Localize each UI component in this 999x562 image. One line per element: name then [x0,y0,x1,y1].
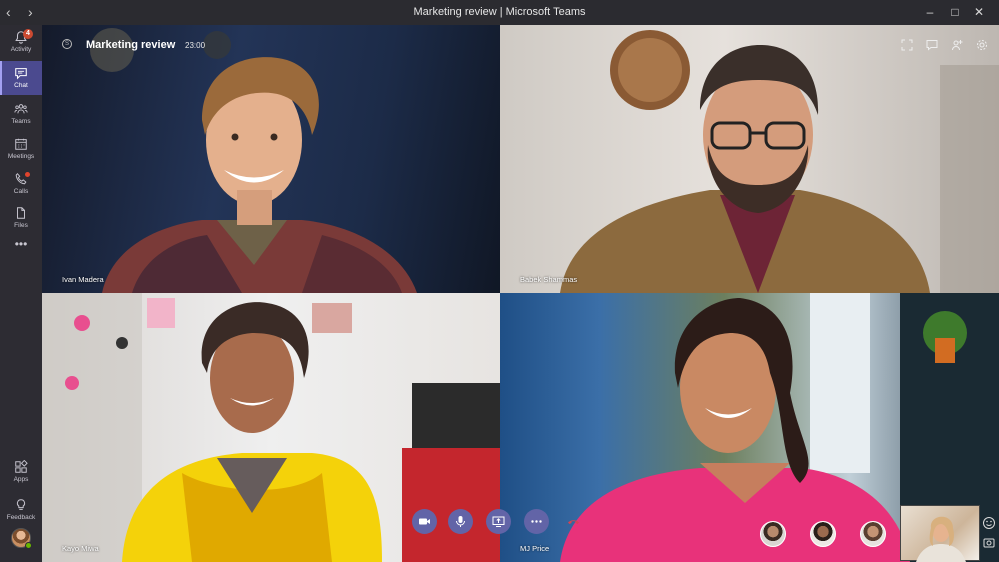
video-camera-icon [419,518,430,525]
reactions-icon[interactable] [982,516,996,530]
participant-thumbnail[interactable] [810,521,836,547]
title-bar: ‹ › Marketing review | Microsoft Teams –… [0,0,999,25]
video-tile-babek-shammas[interactable]: Babek Shammas [500,25,999,293]
participant-video [90,28,417,293]
more-apps-icon[interactable]: ••• [0,237,42,257]
meeting-title: Marketing review [86,39,176,51]
app-rail: 4 Activity Chat Teams Meetings Calls Fil… [0,25,42,562]
rail-label: Files [14,222,28,229]
participant-name: MJ Price [520,544,550,553]
minimize-icon[interactable]: – [923,5,937,19]
rail-label: Chat [14,82,28,89]
add-participant-icon[interactable] [951,39,963,51]
rail-item-apps[interactable]: Apps [0,455,42,489]
teams-icon [14,104,28,114]
meeting-timer: 23:00 [185,41,206,50]
rail-label: Teams [11,118,31,125]
share-screen-button[interactable] [486,509,511,534]
participant-thumbnail[interactable] [760,521,786,547]
rail-label: Calls [13,188,29,195]
close-icon[interactable]: ✕ [972,5,986,19]
share-screen-icon [492,516,505,527]
switch-camera-icon[interactable] [982,536,996,550]
file-icon [17,207,25,219]
rail-label: Activity [10,46,32,53]
rail-label: Feedback [6,514,36,521]
participant-name: Babek Shammas [520,275,578,284]
calls-notification-dot [25,172,30,177]
rail-item-feedback[interactable]: Feedback [0,493,42,527]
fullscreen-icon[interactable] [901,39,913,51]
video-stage: Ivan Madera S Marketing review 23:00 Bab… [42,25,999,562]
rail-item-files[interactable]: Files [0,201,42,235]
self-view-feed [916,516,966,562]
video-tile-ivan-madera[interactable]: Ivan Madera S Marketing review 23:00 [42,25,500,293]
window-title: Marketing review | Microsoft Teams [413,6,586,18]
participant-name: Ivan Madera [62,275,104,284]
activity-badge: 4 [23,29,33,39]
chat-icon [15,68,27,80]
avatar[interactable] [11,528,32,549]
rail-item-meetings[interactable]: Meetings [0,132,42,166]
participant-thumbnail[interactable] [860,521,886,547]
presence-indicator [25,542,32,549]
chat-icon[interactable] [926,39,938,51]
hang-up-button[interactable] [561,509,586,534]
rail-item-chat[interactable]: Chat [0,61,42,95]
microphone-icon [456,516,465,527]
participant-video [560,30,999,293]
bulb-icon [16,499,26,510]
self-view-video[interactable] [900,505,980,562]
more-options-button[interactable] [524,509,549,534]
apps-icon [15,460,28,473]
calendar-icon [15,138,27,150]
gear-icon[interactable] [976,39,988,51]
rail-label: Apps [13,476,29,483]
rail-label: Meetings [7,153,35,160]
participant-name: Kayo Miwa [62,544,99,553]
more-icon [531,520,542,523]
camera-toggle-button[interactable] [412,509,437,534]
rail-item-teams[interactable]: Teams [0,97,42,131]
rail-item-calls[interactable]: Calls [0,167,42,201]
maximize-icon[interactable]: □ [948,5,962,19]
hang-up-icon [568,520,579,524]
rail-item-activity[interactable]: 4 Activity [0,25,42,59]
microphone-toggle-button[interactable] [448,509,473,534]
skype-icon: S [62,39,72,49]
